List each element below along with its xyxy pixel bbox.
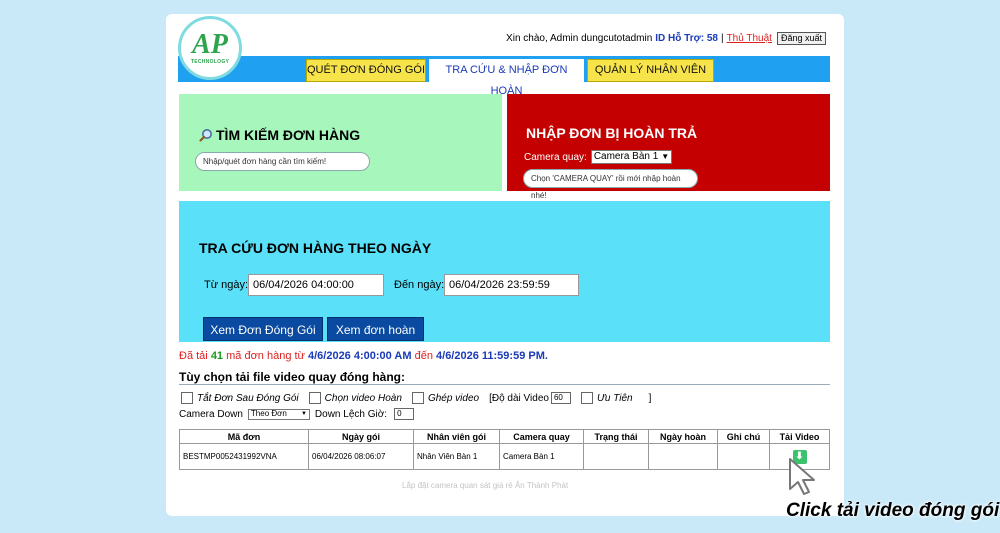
view-returned-button[interactable]: Xem đơn hoàn: [327, 317, 424, 341]
option-priority[interactable]: Ưu Tiên: [580, 392, 633, 404]
status-from: 4/6/2026 4:00:00 AM: [307, 350, 412, 362]
camera-select-row: Camera quay: Camera Bàn 1 ▼: [524, 150, 673, 164]
main-card: AP TECHNOLOGY Xin chào, Admin dungcutota…: [166, 14, 844, 516]
tab-scan-packing[interactable]: QUÉT ĐƠN ĐÓNG GÓI: [306, 59, 426, 82]
date-lookup-panel: TRA CỨU ĐƠN HÀNG THEO NGÀY Từ ngày: 06/0…: [179, 201, 830, 342]
search-order-panel: TÌM KIẾM ĐƠN HÀNG Nhập/quét đơn hàng cần…: [179, 94, 502, 191]
cell-note: [717, 443, 770, 470]
checkbox[interactable]: [308, 392, 321, 404]
footer-banner-image[interactable]: Lắp đặt camera quan sát giá rẻ Ân Thành …: [402, 481, 568, 490]
return-order-panel: NHẬP ĐƠN BỊ HOÀN TRẢ Camera quay: Camera…: [507, 94, 830, 200]
logout-button[interactable]: Đăng xuất: [776, 32, 826, 45]
callout-text: Click tải video đóng gói: [786, 500, 1000, 521]
cell-camera: Camera Bàn 1: [499, 443, 584, 470]
video-duration: [Độ dài Video 60: [489, 392, 571, 404]
chevron-down-icon: ▼: [661, 152, 670, 161]
col-camera: Camera quay: [499, 429, 584, 444]
option-choose-return-video[interactable]: Chọn video Hoàn: [308, 392, 402, 404]
tab-staff-management[interactable]: QUẢN LÝ NHÂN VIÊN: [587, 59, 714, 82]
from-date-label: Từ ngày:: [204, 279, 249, 291]
search-panel-title: TÌM KIẾM ĐƠN HÀNG: [199, 127, 360, 143]
options-title: Tùy chọn tải file video quay đóng hàng:: [179, 370, 406, 384]
cell-status: [583, 443, 649, 470]
to-date-input[interactable]: 06/04/2026 23:59:59: [444, 274, 579, 296]
magnifier-icon: [199, 129, 212, 142]
return-panel-title: NHẬP ĐƠN BỊ HOÀN TRẢ: [526, 125, 698, 141]
camera-down-row: Camera Down Theo Đơn ▼ Down Lệch Giờ: 0: [179, 408, 415, 420]
return-order-input[interactable]: Chọn 'CAMERA QUAY' rồi mới nhập hoàn nhé…: [523, 169, 698, 200]
logo-mark: AP: [192, 29, 228, 60]
camera-select[interactable]: Camera Bàn 1 ▼: [590, 150, 673, 164]
mouse-cursor-icon: [789, 458, 815, 495]
download-options: Tắt Đơn Sau Đóng Gói Chọn video Hoàn Ghé…: [181, 392, 651, 404]
cell-order-id: BESTMP0052431992VNA: [179, 443, 309, 470]
table-row: BESTMP0052431992VNA 06/04/2026 08:06:07 …: [179, 443, 830, 470]
offset-label: Down Lệch Giờ:: [314, 408, 388, 420]
search-title-text: TÌM KIẾM ĐƠN HÀNG: [216, 127, 361, 143]
user-greeting-bar: Xin chào, Admin dungcutotadmin ID Hỗ Trợ…: [506, 32, 826, 45]
col-return-date: Ngày hoàn: [648, 429, 718, 444]
table-header-row: Mã đơn Ngày gói Nhân viên gói Camera qua…: [179, 429, 830, 444]
view-packed-button[interactable]: Xem Đơn Đóng Gói: [203, 317, 323, 341]
col-order-id: Mã đơn: [179, 429, 309, 444]
camera-down-select[interactable]: Theo Đơn ▼: [247, 408, 310, 420]
tab-bar: QUÉT ĐƠN ĐÓNG GÓI TRA CỨU & NHẬP ĐƠN HOÀ…: [178, 56, 830, 97]
search-order-input[interactable]: Nhập/quét đơn hàng cần tìm kiếm!: [195, 152, 370, 171]
divider: [179, 384, 830, 385]
load-status: Đã tải 41 mã đơn hàng từ 4/6/2026 4:00:0…: [179, 350, 548, 362]
option-merge-video[interactable]: Ghép video: [411, 392, 479, 404]
cell-packer: Nhân Viên Bàn 1: [413, 443, 500, 470]
chevron-down-icon: ▼: [300, 411, 307, 417]
option-close-after-pack[interactable]: Tắt Đơn Sau Đóng Gói: [181, 392, 299, 404]
from-date-input[interactable]: 06/04/2026 04:00:00: [248, 274, 384, 296]
col-status: Trạng thái: [583, 429, 649, 444]
separator: |: [720, 33, 724, 44]
cell-pack-date: 06/04/2026 08:06:07: [308, 443, 414, 470]
support-id: ID Hỗ Trợ: 58: [655, 33, 718, 44]
checkbox[interactable]: [411, 392, 424, 404]
checkbox[interactable]: [181, 392, 193, 404]
col-pack-date: Ngày gói: [308, 429, 414, 444]
to-date-label: Đến ngày:: [394, 279, 445, 291]
camera-down-label: Camera Down: [179, 408, 243, 420]
orders-table: Mã đơn Ngày gói Nhân viên gói Camera qua…: [179, 429, 830, 470]
logo-subtitle: TECHNOLOGY: [190, 59, 230, 65]
order-count: 41: [210, 350, 224, 362]
tab-lookup-returns[interactable]: TRA CỨU & NHẬP ĐƠN HOÀN: [429, 59, 584, 97]
col-download: Tải Video: [769, 429, 830, 444]
greeting-text: Xin chào, Admin dungcutotadmin: [506, 33, 653, 44]
offset-input[interactable]: 0: [394, 408, 415, 420]
col-note: Ghi chú: [717, 429, 770, 444]
date-panel-title: TRA CỨU ĐƠN HÀNG THEO NGÀY: [199, 240, 432, 256]
brand-logo[interactable]: AP TECHNOLOGY: [178, 16, 242, 80]
col-packer: Nhân viên gói: [413, 429, 500, 444]
cell-return-date: [648, 443, 718, 470]
duration-input[interactable]: 60: [550, 392, 571, 404]
camera-label: Camera quay:: [524, 151, 587, 163]
tips-link[interactable]: Thủ Thuật: [727, 33, 772, 44]
checkbox[interactable]: [580, 392, 593, 404]
status-to: 4/6/2026 11:59:59 PM: [436, 350, 545, 362]
